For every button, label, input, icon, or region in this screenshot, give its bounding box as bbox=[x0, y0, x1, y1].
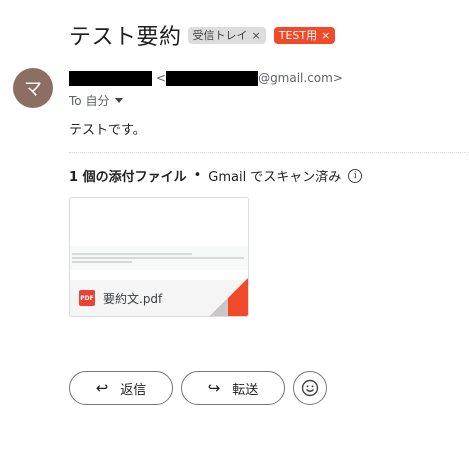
sender-email: < @gmail.com> bbox=[156, 70, 343, 86]
label-inbox-text: 受信トレイ bbox=[192, 29, 248, 42]
sender-avatar[interactable]: マ bbox=[13, 68, 53, 108]
scan-status: Gmail でスキャン済み bbox=[208, 170, 342, 185]
forward-label: 転送 bbox=[232, 382, 259, 398]
attachment-file-name: 要約文.pdf bbox=[103, 291, 163, 306]
header-separator: • bbox=[193, 168, 202, 183]
forward-icon: ↪ bbox=[207, 379, 221, 397]
recipient-label: To 自分 bbox=[69, 94, 110, 108]
attachment-header: 1 個の添付ファイル • Gmail でスキャン済み i bbox=[69, 166, 363, 185]
sender-row: < @gmail.com> bbox=[69, 69, 343, 87]
reply-button[interactable]: ↩ 返信 bbox=[69, 371, 173, 405]
email-body: テストです。 bbox=[69, 123, 146, 138]
email-subject: テスト要約 bbox=[69, 25, 182, 50]
recipient-row[interactable]: To 自分 bbox=[69, 92, 124, 109]
chevron-down-icon[interactable] bbox=[115, 98, 124, 103]
attachment-preview bbox=[70, 198, 248, 280]
pdf-icon: PDF bbox=[79, 290, 95, 306]
label-inbox[interactable]: 受信トレイ × bbox=[187, 26, 266, 44]
label-test-remove-icon[interactable]: × bbox=[321, 29, 330, 42]
smiley-icon bbox=[301, 379, 319, 397]
page-fold-icon bbox=[210, 278, 248, 316]
redacted-sender-email bbox=[166, 70, 259, 86]
label-test[interactable]: TEST用 × bbox=[273, 26, 336, 44]
sender-email-open: < bbox=[156, 71, 167, 85]
attachment-divider bbox=[69, 152, 469, 153]
emoji-reaction-button[interactable] bbox=[293, 371, 327, 405]
info-icon[interactable]: i bbox=[348, 168, 363, 183]
sender-email-domain: @gmail.com> bbox=[258, 71, 343, 85]
reply-label: 返信 bbox=[120, 382, 147, 398]
avatar-letter: マ bbox=[24, 79, 42, 100]
label-test-text: TEST用 bbox=[278, 29, 318, 42]
forward-button[interactable]: ↪ 転送 bbox=[181, 371, 285, 405]
attachment-card[interactable]: PDF 要約文.pdf bbox=[69, 197, 249, 317]
subject-row: テスト要約 受信トレイ × TEST用 × bbox=[69, 18, 336, 52]
preview-band bbox=[70, 246, 248, 270]
label-inbox-remove-icon[interactable]: × bbox=[252, 29, 261, 42]
action-bar: ↩ 返信 ↪ 転送 bbox=[69, 371, 327, 405]
attachment-count: 1 個の添付ファイル bbox=[69, 170, 187, 185]
reply-icon: ↩ bbox=[95, 379, 109, 397]
redacted-sender-name bbox=[69, 70, 152, 86]
